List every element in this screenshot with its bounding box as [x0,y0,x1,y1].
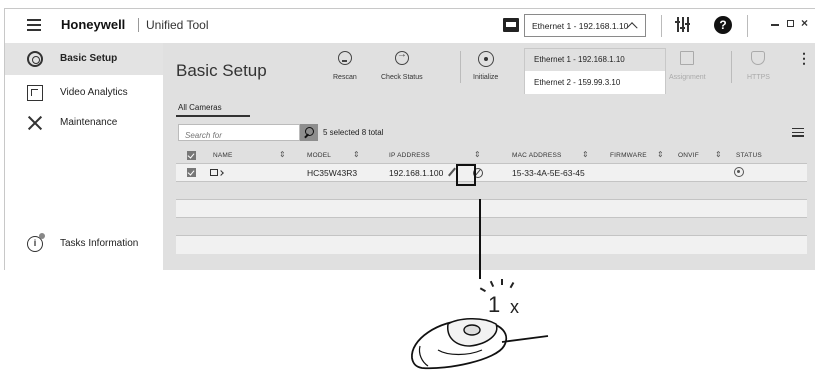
brand-logo: Honeywell [61,17,126,32]
video-analytics-icon [27,85,43,101]
sidebar-item-maintenance[interactable]: Maintenance [5,107,163,139]
sidebar-item-basic-setup[interactable]: Basic Setup [5,43,163,75]
https-label: HTTPS [747,74,770,81]
refresh-icon [394,49,409,65]
rescan-label: Rescan [333,74,357,81]
network-dropdown: Ethernet 1 - 192.168.1.10 Ethernet 2 - 1… [524,48,666,94]
gear-icon [27,51,43,67]
check-status-button[interactable]: Check Status [381,49,423,81]
mouse-icon [411,318,549,370]
network-select[interactable]: Ethernet 1 - 192.168.1.10 [524,14,646,37]
assignment-button[interactable]: Assignment [669,51,706,81]
sort-icon[interactable]: ⇕ [715,150,722,159]
sort-icon[interactable]: ⇕ [657,150,664,159]
shield-icon [751,51,766,65]
sidebar-item-label: Tasks Information [60,238,139,249]
sidebar-item-tasks-information[interactable]: i Tasks Information [5,228,163,260]
table-row [176,182,807,200]
select-all-checkbox[interactable] [187,151,196,160]
help-icon[interactable]: ? [714,16,732,34]
status-icon [734,167,744,177]
cell-ip-address: 192.168.1.100 [389,168,444,178]
title-bar: Honeywell Unified Tool Ethernet 1 - 192.… [5,9,816,43]
table-row[interactable]: HC35W43R3 192.168.1.100 15-33-4A-5E-63-4… [176,164,807,182]
notification-dot [39,233,45,239]
sliders-icon[interactable] [675,17,691,33]
more-options-icon[interactable]: ⋮ [797,51,811,65]
filter-icon[interactable] [792,128,804,138]
close-icon[interactable]: × [801,16,808,30]
sort-icon[interactable]: ⇕ [582,150,589,159]
callout-line [479,199,481,279]
tab-all-cameras[interactable]: All Cameras [178,103,222,112]
main-content: Basic Setup Rescan Check Status Initiali… [163,43,815,270]
highlight-box [456,164,476,186]
rescan-icon [337,51,352,65]
camera-icon [210,169,218,176]
sidebar: Basic Setup Video Analytics Maintenance … [5,43,163,270]
app-window: Honeywell Unified Tool Ethernet 1 - 192.… [4,8,816,270]
column-header-onvif[interactable]: ONVIF [678,152,699,159]
table-header: NAME ⇕ MODEL ⇕ IP ADDRESS ⇕ MAC ADDRESS … [176,147,807,164]
toolbar-divider [460,51,461,83]
cell-mac-address: 15-33-4A-5E-63-45 [512,168,585,178]
tab-active-indicator [176,115,250,117]
table-row [176,200,807,218]
column-header-name[interactable]: NAME [213,152,233,159]
search-input[interactable] [179,128,299,143]
sort-icon[interactable]: ⇕ [353,150,360,159]
column-header-mac-address[interactable]: MAC ADDRESS [512,152,562,159]
sort-icon[interactable]: ⇕ [279,150,286,159]
column-header-firmware[interactable]: FIRMWARE [610,152,647,159]
table-row [176,236,807,254]
brand-divider [138,18,139,32]
row-checkbox[interactable] [187,168,196,177]
sort-icon[interactable]: ⇕ [474,150,481,159]
selection-summary: 5 selected 8 total [323,128,384,137]
maximize-icon[interactable] [787,20,794,27]
tools-icon [27,115,43,131]
initialize-icon [477,51,494,67]
edit-icon[interactable] [448,167,456,177]
sidebar-item-label: Video Analytics [60,87,128,98]
rescan-button[interactable]: Rescan [333,51,357,81]
app-name: Unified Tool [146,18,209,32]
search-field[interactable] [178,124,300,143]
column-header-model[interactable]: MODEL [307,152,331,159]
sidebar-item-label: Basic Setup [60,53,118,64]
https-button[interactable]: HTTPS [747,51,770,81]
initialize-label: Initialize [473,74,499,81]
initialize-button[interactable]: Initialize [473,51,498,81]
assignment-icon [680,51,695,65]
toolbar-divider [747,15,748,37]
search-icon[interactable] [300,124,318,141]
column-header-status[interactable]: STATUS [736,152,762,159]
network-option[interactable]: Ethernet 1 - 192.168.1.10 [525,49,665,71]
sidebar-item-label: Maintenance [60,117,118,128]
toolbar-divider [661,15,662,37]
check-status-label: Check Status [381,74,423,81]
network-card-icon [503,18,519,32]
menu-icon[interactable] [27,19,41,31]
cell-model: HC35W43R3 [307,168,358,178]
network-select-value: Ethernet 1 - 192.168.1.10 [532,21,629,31]
network-option[interactable]: Ethernet 2 - 159.99.3.10 [525,72,665,94]
table-row [176,218,807,236]
minimize-icon[interactable] [771,24,779,26]
camera-table: NAME ⇕ MODEL ⇕ IP ADDRESS ⇕ MAC ADDRESS … [176,147,807,254]
toolbar-divider [731,51,732,83]
sidebar-item-video-analytics[interactable]: Video Analytics [5,77,163,109]
column-header-ip-address[interactable]: IP ADDRESS [389,152,430,159]
page-title: Basic Setup [176,61,267,80]
assignment-label: Assignment [669,74,706,81]
